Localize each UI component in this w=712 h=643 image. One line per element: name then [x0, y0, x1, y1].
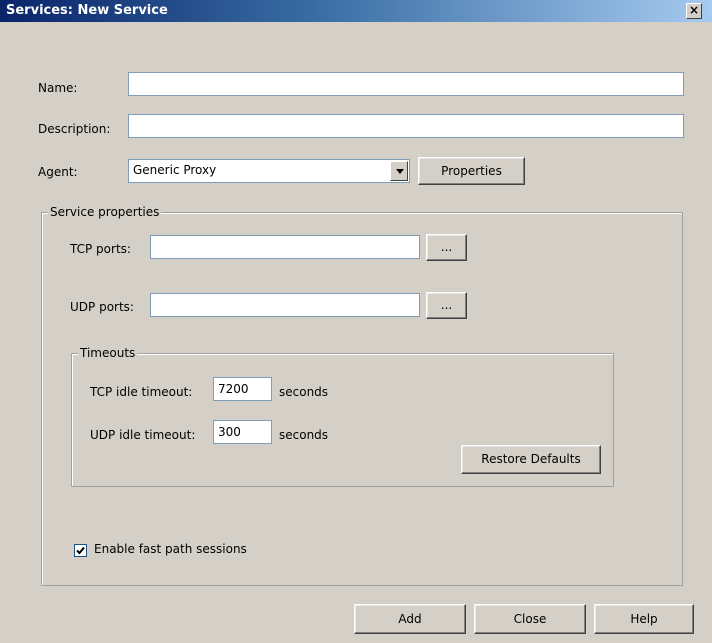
agent-select[interactable]: Generic Proxy	[128, 159, 410, 183]
tcp-idle-timeout-input[interactable]	[213, 377, 272, 401]
tcp-ports-browse-button[interactable]: ...	[426, 234, 467, 261]
tcp-idle-timeout-label: TCP idle timeout:	[90, 385, 193, 399]
udp-ports-label: UDP ports:	[70, 300, 134, 314]
help-button[interactable]: Help	[594, 604, 694, 634]
description-label: Description:	[38, 122, 111, 136]
add-button[interactable]: Add	[354, 604, 466, 634]
fast-path-checkbox[interactable]	[74, 544, 87, 557]
udp-ports-browse-button[interactable]: ...	[426, 292, 467, 319]
udp-ports-input[interactable]	[150, 293, 420, 317]
description-input[interactable]	[128, 114, 684, 138]
restore-defaults-button[interactable]: Restore Defaults	[461, 445, 601, 474]
timeouts-title: Timeouts	[78, 346, 138, 360]
properties-button[interactable]: Properties	[418, 157, 525, 185]
udp-idle-timeout-input[interactable]	[213, 420, 272, 444]
close-button[interactable]: Close	[474, 604, 586, 634]
tcp-ports-label: TCP ports:	[70, 242, 131, 256]
service-properties-title: Service properties	[48, 205, 162, 219]
fast-path-label: Enable fast path sessions	[94, 542, 247, 556]
tcp-ports-input[interactable]	[150, 235, 420, 259]
window-title: Services: New Service	[6, 3, 168, 18]
checkmark-icon	[76, 546, 85, 555]
udp-idle-timeout-label: UDP idle timeout:	[90, 428, 196, 442]
agent-select-value: Generic Proxy	[133, 163, 217, 177]
title-bar: Services: New Service ×	[0, 0, 712, 22]
dialog-body: Name: Description: Agent: Generic Proxy …	[0, 22, 712, 643]
agent-label: Agent:	[38, 165, 78, 179]
chevron-down-icon[interactable]	[390, 161, 408, 181]
close-window-icon[interactable]: ×	[686, 3, 702, 19]
udp-idle-timeout-unit: seconds	[279, 428, 329, 442]
name-input[interactable]	[128, 72, 684, 96]
name-label: Name:	[38, 81, 78, 95]
tcp-idle-timeout-unit: seconds	[279, 385, 329, 399]
